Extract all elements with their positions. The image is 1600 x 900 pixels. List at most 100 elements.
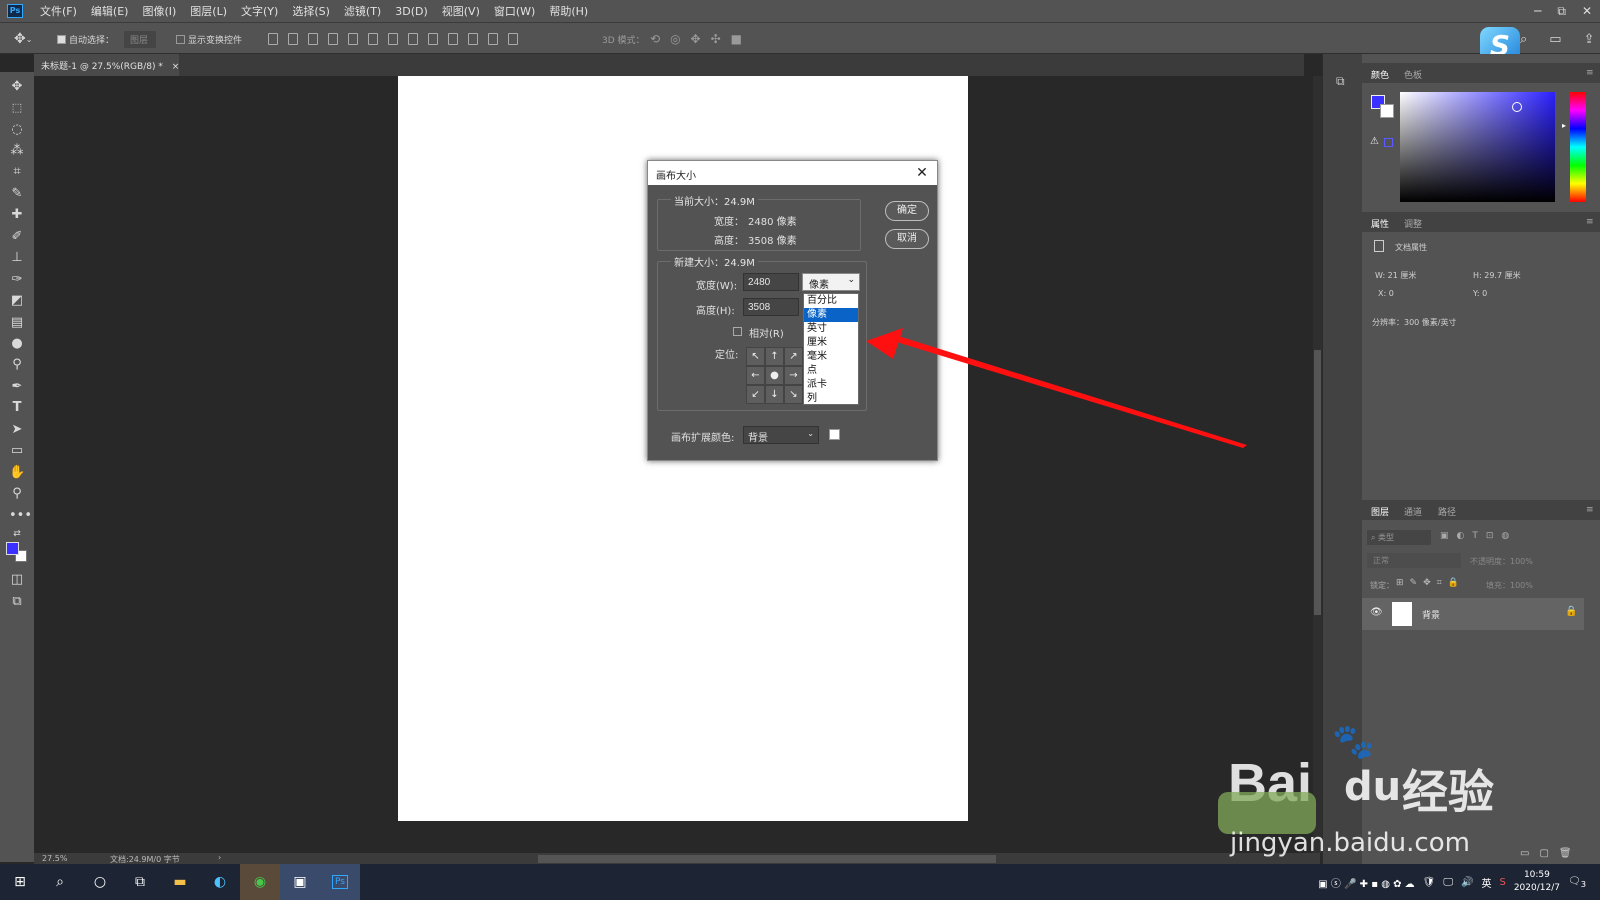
show-transform-checkbox[interactable]: 显示变换控件 [176,23,242,55]
unit-option-inches[interactable]: 英寸 [804,322,858,336]
eyedropper-tool-icon[interactable]: ✎ [9,186,25,202]
align-bottom-icon[interactable] [308,33,318,45]
more-tools-icon[interactable]: ••• [9,508,32,524]
brush-tool-icon[interactable]: ✐ [9,229,25,245]
minimize-button[interactable]: ─ [1534,4,1541,18]
tab-swatches[interactable]: 色板 [1404,68,1422,81]
3d-camera-icon[interactable]: ■ [731,32,742,46]
close-window-button[interactable]: ✕ [1582,4,1592,18]
distribute-left-icon[interactable] [448,33,458,45]
anchor-w-icon[interactable]: ← [746,366,765,385]
hand-tool-icon[interactable]: ✋ [9,465,25,481]
panel-menu-icon[interactable]: ≡ [1586,217,1594,227]
anchor-s-icon[interactable]: ↓ [765,385,784,404]
relative-checkbox[interactable] [733,327,742,336]
lasso-tool-icon[interactable]: ◌ [9,122,25,138]
workspace-icon[interactable]: ▭ [1549,32,1561,47]
cancel-button[interactable]: 取消 [885,229,929,249]
align-vcenter-icon[interactable] [288,33,298,45]
auto-select-dropdown[interactable]: 图层 [124,23,157,55]
tab-color[interactable]: 颜色 [1371,68,1389,81]
eraser-tool-icon[interactable]: ◩ [9,293,25,309]
height-input[interactable] [743,298,799,316]
move-tool-icon[interactable]: ✥ [9,79,25,95]
security-icon[interactable]: 🛡 [1423,877,1436,888]
search-icon[interactable]: ⌕ [1520,32,1527,47]
gamut-warning-icon[interactable]: ⚠ [1370,136,1379,147]
distribute-vcenter-icon[interactable] [408,33,418,45]
notification-icon[interactable]: 🗨3 [1568,876,1586,889]
extension-color-swatch[interactable] [829,429,840,440]
hue-slider-handle[interactable]: ▸ [1562,121,1566,130]
vertical-scroll-thumb[interactable] [1314,350,1321,615]
foreground-color-swatch[interactable] [6,542,19,555]
status-expand-icon[interactable]: › [218,853,221,862]
3d-rotate-icon[interactable]: ⟲ [650,32,660,46]
menu-help[interactable]: 帮助(H) [542,3,595,19]
menu-image[interactable]: 图像(I) [135,3,183,19]
lock-icons[interactable]: ⊞✎✥⌗🔒 [1396,578,1465,588]
tab-adjustments[interactable]: 调整 [1404,217,1422,230]
align-top-icon[interactable] [268,33,278,45]
3d-roll-icon[interactable]: ◎ [670,32,680,46]
document-tab[interactable]: 未标题-1 @ 27.5%(RGB/8) * × [34,54,179,76]
dodge-tool-icon[interactable]: ⚲ [9,357,25,373]
menu-select[interactable]: 选择(S) [285,3,337,19]
tab-paths[interactable]: 路径 [1438,505,1456,518]
layer-actions[interactable]: ▭▢🗑 [1520,848,1582,859]
document-tab-close-icon[interactable]: × [172,62,180,72]
pen-tool-icon[interactable]: ✒ [9,379,25,395]
anchor-nw-icon[interactable]: ↖ [746,347,765,366]
menu-type[interactable]: 文字(Y) [234,3,285,19]
color-picker-field[interactable] [1400,92,1555,202]
search-icon[interactable]: ⌕ [40,864,80,900]
menu-layer[interactable]: 图层(L) [183,3,234,19]
path-selection-tool-icon[interactable]: ➤ [9,422,25,438]
horizontal-scroll-thumb[interactable] [538,855,996,863]
anchor-e-icon[interactable]: → [784,366,803,385]
unit-option-percent[interactable]: 百分比 [804,294,858,308]
auto-align-icon[interactable] [508,33,518,45]
unit-option-points[interactable]: 点 [804,364,858,378]
distribute-right-icon[interactable] [488,33,498,45]
color-picker-cursor[interactable] [1512,102,1522,112]
ok-button[interactable]: 确定 [885,201,929,221]
marquee-tool-icon[interactable]: ⬚ [9,100,25,116]
menu-file[interactable]: 文件(F) [33,3,84,19]
unit-option-picas[interactable]: 派卡 [804,378,858,392]
blend-mode-dropdown[interactable]: 正常 [1367,553,1461,568]
3d-drag-icon[interactable]: ✥ [691,32,701,46]
anchor-se-icon[interactable]: ↘ [784,385,803,404]
task-view-icon[interactable]: ⧉ [120,864,160,900]
unit-option-mm[interactable]: 毫米 [804,350,858,364]
screen-mode-icon[interactable]: ⧉ [9,594,25,610]
anchor-sw-icon[interactable]: ↙ [746,385,765,404]
menu-filter[interactable]: 滤镜(T) [337,3,388,19]
quick-mask-icon[interactable]: ◫ [9,572,25,588]
align-hcenter-icon[interactable] [348,33,358,45]
layer-row[interactable]: 👁 背景 🔒 [1362,598,1584,630]
opacity-label[interactable]: 不透明度：100% [1470,556,1533,567]
layer-filter-icons[interactable]: ▣◐T⊡◍ [1440,531,1517,541]
layer-filter-dropdown[interactable]: ⌕ 类型 [1367,530,1431,545]
panel-menu-icon[interactable]: ≡ [1586,505,1594,515]
rectangle-tool-icon[interactable]: ▭ [9,443,25,459]
type-tool-icon[interactable]: T [9,400,25,416]
gradient-tool-icon[interactable]: ▤ [9,315,25,331]
move-tool-icon[interactable]: ✥ ⌄ [14,23,32,55]
volume-icon[interactable]: 🔊 [1461,877,1473,888]
healing-brush-tool-icon[interactable]: ✚ [9,207,25,223]
network-icon[interactable]: 🖵 [1443,877,1453,888]
cortana-icon[interactable]: ○ [80,864,120,900]
hue-slider[interactable] [1570,92,1586,202]
extension-color-dropdown[interactable]: 背景 ⌄ [743,426,819,444]
clock[interactable]: 10:59 2020/12/7 [1514,869,1560,895]
unit-dropdown[interactable]: 像素 ⌄ [802,273,860,291]
anchor-center-icon[interactable]: ● [765,366,784,385]
sogou-tray-icon[interactable]: S [1499,877,1505,888]
anchor-ne-icon[interactable]: ↗ [784,347,803,366]
fill-label[interactable]: 填充：100% [1486,580,1533,591]
width-input[interactable] [743,273,799,291]
tab-layers[interactable]: 图层 [1371,505,1389,518]
app-window-icon[interactable]: ▣ [280,864,320,900]
